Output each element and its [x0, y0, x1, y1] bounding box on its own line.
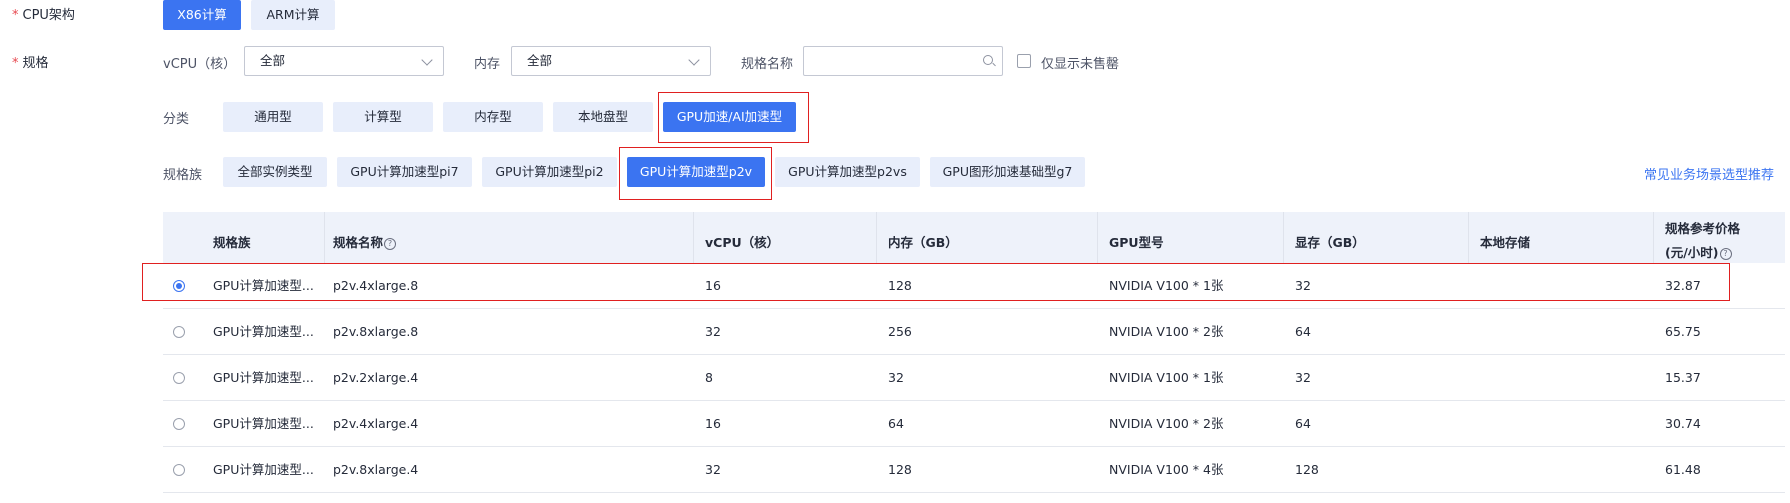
- only-unsold-label[interactable]: 仅显示未售罄: [1041, 53, 1119, 72]
- vcpu-select[interactable]: 全部: [244, 46, 444, 76]
- family-pi7-button[interactable]: GPU计算加速型pi7: [337, 157, 472, 187]
- column-header-gpu-model: GPU型号: [1109, 235, 1164, 250]
- chevron-down-icon: [688, 54, 700, 66]
- cpu-arch-x86-button[interactable]: X86计算: [163, 0, 241, 30]
- cell-vram: 64: [1295, 416, 1311, 431]
- column-divider: [1097, 212, 1098, 263]
- spec-label-row: * 规格: [12, 52, 49, 71]
- cell-family: GPU计算加速型...: [213, 324, 314, 339]
- column-header-name-label: 规格名称: [333, 235, 384, 250]
- column-header-family: 规格族: [213, 235, 251, 250]
- cell-vcpu: 8: [705, 370, 713, 385]
- table-header: [163, 212, 1785, 263]
- only-unsold-checkbox[interactable]: [1017, 54, 1031, 68]
- cell-vram: 128: [1295, 462, 1319, 477]
- cell-family: GPU计算加速型...: [213, 462, 314, 477]
- required-mark: *: [12, 56, 19, 71]
- memory-select-value: 全部: [527, 53, 553, 68]
- vcpu-select-value: 全部: [260, 53, 286, 68]
- column-header-local-storage: 本地存储: [1480, 235, 1531, 250]
- column-header-price-line1: 规格参考价格: [1665, 221, 1741, 236]
- cell-vram: 64: [1295, 324, 1311, 339]
- cpu-arch-arm-button[interactable]: ARM计算: [251, 0, 335, 30]
- column-divider: [1283, 212, 1284, 263]
- cell-family: GPU计算加速型...: [213, 370, 314, 385]
- spec-name-search-input[interactable]: [803, 46, 1003, 76]
- category-memory-button[interactable]: 内存型: [443, 102, 543, 132]
- column-header-name: 规格名称?: [333, 232, 397, 251]
- cell-vcpu: 16: [705, 416, 721, 431]
- required-mark: *: [12, 8, 19, 23]
- cell-memory: 256: [888, 324, 912, 339]
- column-header-price-line2: (元/小时)?: [1665, 242, 1732, 261]
- family-label: 规格族: [163, 168, 203, 183]
- cell-memory: 128: [888, 462, 912, 477]
- help-icon[interactable]: ?: [384, 238, 397, 250]
- column-header-vcpu: vCPU（核）: [705, 235, 780, 250]
- chevron-down-icon: [421, 54, 433, 66]
- category-compute-button[interactable]: 计算型: [333, 102, 433, 132]
- cell-name: p2v.2xlarge.4: [333, 370, 419, 385]
- family-all-button[interactable]: 全部实例类型: [223, 157, 327, 187]
- cell-vcpu: 32: [705, 324, 721, 339]
- memory-filter-label: 内存: [474, 57, 501, 72]
- cell-memory: 32: [888, 370, 904, 385]
- spec-label: 规格: [22, 56, 49, 71]
- cell-gpu: NVIDIA V100 * 1张: [1109, 370, 1224, 385]
- row-radio[interactable]: [173, 326, 185, 338]
- cell-price: 61.48: [1665, 462, 1701, 477]
- column-divider: [1468, 212, 1469, 263]
- column-divider: [693, 212, 694, 263]
- family-p2vs-button[interactable]: GPU计算加速型p2vs: [775, 157, 920, 187]
- table-row[interactable]: GPU计算加速型... p2v.2xlarge.4 8 32 NVIDIA V1…: [163, 355, 1785, 401]
- column-header-price-unit: (元/小时): [1665, 245, 1719, 260]
- table-row[interactable]: GPU计算加速型... p2v.4xlarge.4 16 64 NVIDIA V…: [163, 401, 1785, 447]
- column-header-memory: 内存（GB）: [888, 235, 958, 250]
- cell-price: 15.37: [1665, 370, 1701, 385]
- family-pi2-button[interactable]: GPU计算加速型pi2: [482, 157, 617, 187]
- column-header-vram: 显存（GB）: [1295, 235, 1365, 250]
- category-label: 分类: [163, 112, 190, 127]
- search-icon: [983, 55, 996, 67]
- row-radio[interactable]: [173, 418, 185, 430]
- column-divider: [324, 212, 325, 263]
- row-radio[interactable]: [173, 372, 185, 384]
- memory-select[interactable]: 全部: [511, 46, 711, 76]
- category-local-disk-button[interactable]: 本地盘型: [553, 102, 653, 132]
- cell-gpu: NVIDIA V100 * 2张: [1109, 416, 1224, 431]
- help-icon[interactable]: ?: [1719, 248, 1732, 260]
- cpu-arch-label: CPU架构: [22, 8, 75, 23]
- column-divider: [1653, 212, 1654, 263]
- row-radio[interactable]: [173, 464, 185, 476]
- highlight-box-family: [619, 147, 772, 200]
- category-general-button[interactable]: 通用型: [223, 102, 323, 132]
- vcpu-filter-label: vCPU（核）: [163, 57, 237, 72]
- cell-gpu: NVIDIA V100 * 4张: [1109, 462, 1224, 477]
- highlight-box-category: [658, 92, 809, 143]
- family-g7-button[interactable]: GPU图形加速基础型g7: [930, 157, 1085, 187]
- cell-name: p2v.8xlarge.4: [333, 462, 419, 477]
- cell-vcpu: 32: [705, 462, 721, 477]
- table-row[interactable]: GPU计算加速型... p2v.8xlarge.8 32 256 NVIDIA …: [163, 309, 1785, 355]
- cell-memory: 64: [888, 416, 904, 431]
- cell-price: 65.75: [1665, 324, 1701, 339]
- cpu-arch-label-row: * CPU架构: [12, 4, 75, 23]
- cell-gpu: NVIDIA V100 * 2张: [1109, 324, 1224, 339]
- cell-name: p2v.4xlarge.4: [333, 416, 419, 431]
- column-divider: [876, 212, 877, 263]
- scenario-recommend-link[interactable]: 常见业务场景选型推荐: [1644, 164, 1774, 183]
- cell-price: 30.74: [1665, 416, 1701, 431]
- cell-vram: 32: [1295, 370, 1311, 385]
- cell-name: p2v.8xlarge.8: [333, 324, 419, 339]
- spec-name-filter-label: 规格名称: [741, 57, 794, 72]
- highlight-box-selected-row: [142, 263, 1730, 301]
- table-row[interactable]: GPU计算加速型... p2v.8xlarge.4 32 128 NVIDIA …: [163, 447, 1785, 493]
- cell-family: GPU计算加速型...: [213, 416, 314, 431]
